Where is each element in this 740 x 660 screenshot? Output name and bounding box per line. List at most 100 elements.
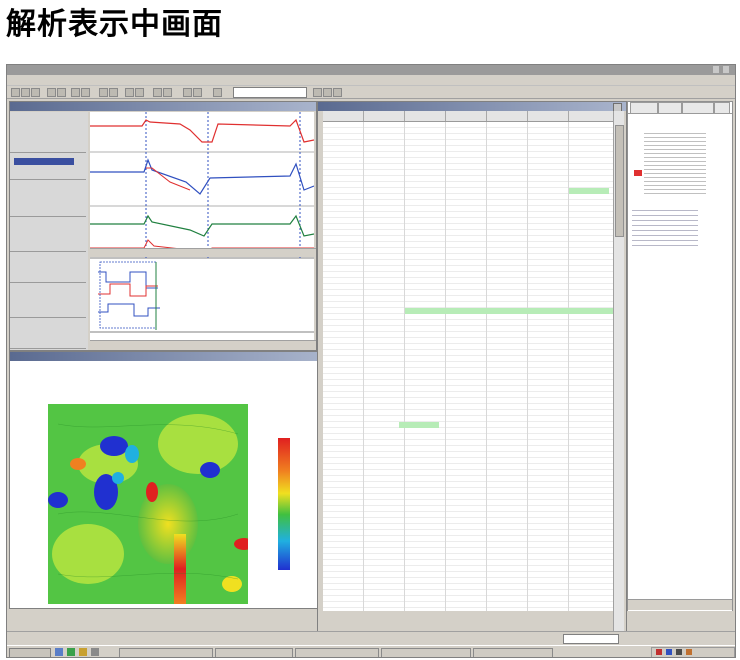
toolbar-button-15[interactable] bbox=[193, 88, 202, 97]
quick-launch-icon[interactable] bbox=[79, 648, 87, 656]
quick-launch-icon[interactable] bbox=[55, 648, 63, 656]
open-file-button[interactable] bbox=[21, 88, 30, 97]
heatmap-colorbar bbox=[278, 438, 290, 570]
table-header-cell[interactable] bbox=[364, 111, 405, 121]
channel-label[interactable] bbox=[10, 252, 86, 283]
map-sub-label bbox=[12, 372, 152, 381]
waveform-plot-area bbox=[90, 112, 315, 348]
table-header-cell[interactable] bbox=[569, 111, 613, 121]
heatmap-region-red bbox=[146, 482, 158, 502]
toolbar-button-4[interactable] bbox=[47, 88, 56, 97]
table-column-divider bbox=[568, 122, 569, 611]
heatmap-region-yellow bbox=[158, 414, 238, 474]
table-scrollbar-thumb[interactable] bbox=[615, 125, 624, 237]
table-window-title-bar bbox=[318, 102, 626, 111]
side-panel-tab-scroll[interactable] bbox=[714, 102, 730, 113]
table-header-cell[interactable] bbox=[487, 111, 528, 121]
page-title: 解析表示中画面 bbox=[6, 7, 223, 42]
toolbar-button-11[interactable] bbox=[135, 88, 144, 97]
taskbar-button[interactable] bbox=[295, 648, 379, 657]
table-header-cell[interactable] bbox=[446, 111, 487, 121]
highlighted-cell[interactable] bbox=[569, 188, 609, 194]
tray-icon[interactable] bbox=[676, 649, 682, 655]
toolbar-combo[interactable] bbox=[233, 87, 307, 98]
highlighted-cell[interactable] bbox=[399, 422, 439, 428]
table-header-cell[interactable] bbox=[323, 111, 364, 121]
taskbar-button[interactable] bbox=[381, 648, 471, 657]
side-panel-tab[interactable] bbox=[630, 102, 658, 113]
selection-box[interactable] bbox=[99, 261, 157, 329]
activation-heatmap[interactable] bbox=[48, 404, 248, 604]
tray-icon[interactable] bbox=[686, 649, 692, 655]
toolbar-button-7[interactable] bbox=[81, 88, 90, 97]
map-header bbox=[12, 362, 320, 371]
app-status-bar bbox=[7, 631, 735, 644]
heatmap-region-blue bbox=[48, 492, 68, 508]
waveform-window bbox=[9, 101, 317, 351]
side-panel-tab[interactable] bbox=[658, 102, 682, 113]
toolbar-button-10[interactable] bbox=[125, 88, 134, 97]
measurement-table[interactable] bbox=[323, 111, 613, 611]
table-column-divider bbox=[404, 122, 405, 611]
side-panel-text-block bbox=[632, 206, 698, 248]
app-title-bar bbox=[7, 65, 735, 75]
selected-channel[interactable] bbox=[14, 158, 74, 165]
activation-map-window bbox=[9, 351, 325, 609]
channel-label[interactable] bbox=[10, 112, 86, 153]
toolbar-button-5[interactable] bbox=[57, 88, 66, 97]
toolbar-button-13[interactable] bbox=[163, 88, 172, 97]
os-taskbar bbox=[7, 645, 735, 657]
heatmap-region-blue bbox=[100, 436, 128, 456]
toolbar-button-14[interactable] bbox=[183, 88, 192, 97]
colorbar-gradient bbox=[278, 438, 290, 570]
side-panel-tab[interactable] bbox=[682, 102, 714, 113]
waveform-window-title-bar bbox=[10, 102, 316, 111]
toolbar-button-18[interactable] bbox=[323, 88, 332, 97]
save-button[interactable] bbox=[31, 88, 40, 97]
channel-label[interactable] bbox=[10, 318, 86, 349]
table-header-cell[interactable] bbox=[405, 111, 446, 121]
heatmap-region-blue bbox=[200, 462, 220, 478]
start-button[interactable] bbox=[9, 648, 51, 657]
toolbar-button-12[interactable] bbox=[153, 88, 162, 97]
app-screenshot bbox=[6, 64, 736, 658]
menu-bar bbox=[7, 75, 735, 86]
table-column-divider bbox=[486, 122, 487, 611]
upper-traces-background bbox=[90, 112, 314, 258]
channel-label[interactable] bbox=[10, 283, 86, 318]
side-panel-content bbox=[628, 113, 732, 611]
tray-icon[interactable] bbox=[656, 649, 662, 655]
highlighted-row[interactable] bbox=[405, 308, 613, 314]
table-vertical-scrollbar[interactable] bbox=[613, 111, 624, 631]
taskbar-button[interactable] bbox=[119, 648, 213, 657]
toolbar-button-19[interactable] bbox=[333, 88, 342, 97]
toolbar-button-8[interactable] bbox=[99, 88, 108, 97]
taskbar-button[interactable] bbox=[473, 648, 553, 657]
new-file-button[interactable] bbox=[11, 88, 20, 97]
side-panel-footer-buttons bbox=[628, 599, 732, 610]
quick-launch-icon[interactable] bbox=[67, 648, 75, 656]
channel-label[interactable] bbox=[10, 180, 86, 217]
window-close-button[interactable] bbox=[723, 66, 729, 73]
map-window-title-bar bbox=[10, 352, 324, 361]
table-header-cell[interactable] bbox=[528, 111, 569, 121]
table-column-divider bbox=[363, 122, 364, 611]
tray-icon[interactable] bbox=[666, 649, 672, 655]
window-minimize-button[interactable] bbox=[713, 66, 719, 73]
trace-red-4 bbox=[98, 283, 158, 297]
quick-launch-icon[interactable] bbox=[91, 648, 99, 656]
toolbar-button-16[interactable] bbox=[213, 88, 222, 97]
zoom-control[interactable] bbox=[563, 634, 619, 644]
info-side-panel bbox=[627, 101, 733, 611]
toolbar-button-17[interactable] bbox=[313, 88, 322, 97]
toolbar-button-6[interactable] bbox=[71, 88, 80, 97]
taskbar-button[interactable] bbox=[215, 648, 293, 657]
heatmap-region-blue bbox=[112, 472, 124, 484]
table-body bbox=[323, 122, 613, 611]
heatmap-region-orange bbox=[70, 458, 86, 470]
toolbar bbox=[7, 86, 735, 99]
toolbar-button-9[interactable] bbox=[109, 88, 118, 97]
table-header-row bbox=[323, 111, 613, 122]
waveform-status-row bbox=[90, 248, 316, 257]
channel-label[interactable] bbox=[10, 217, 86, 252]
